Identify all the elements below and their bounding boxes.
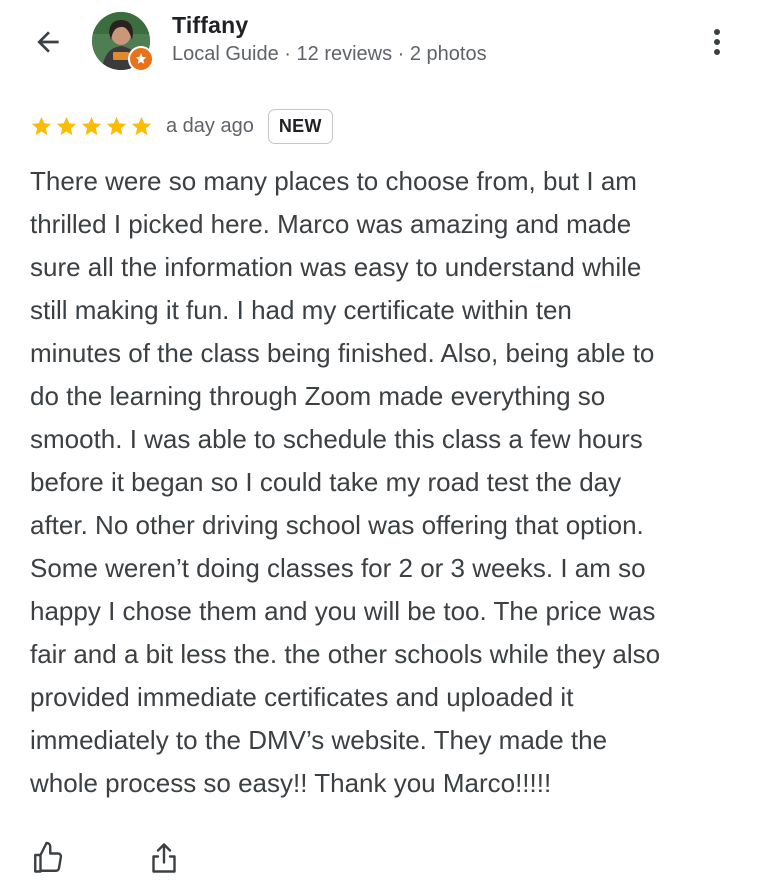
star-icon: [81, 116, 102, 135]
new-badge: NEW: [267, 108, 333, 144]
reviewer-name[interactable]: Tiffany: [172, 12, 248, 39]
share-icon: [152, 843, 176, 873]
more-options-button[interactable]: [700, 22, 734, 62]
review-text: There were so many places to choose from…: [30, 166, 661, 798]
like-button[interactable]: [30, 840, 66, 876]
rating-row: a day ago NEW: [30, 106, 333, 146]
arrow-left-icon: [37, 31, 59, 53]
thumbs-up-icon: [34, 841, 63, 873]
back-button[interactable]: [30, 24, 66, 60]
star-icon: [31, 116, 52, 135]
review-time: a day ago: [166, 114, 254, 137]
more-vert-icon: [714, 29, 720, 55]
share-button[interactable]: [146, 840, 182, 876]
reviewer-avatar-container[interactable]: [92, 12, 154, 72]
review-header: Tiffany Local Guide · 12 reviews · 2 pho…: [0, 0, 768, 90]
reviewer-meta[interactable]: Local Guide · 12 reviews · 2 photos: [172, 43, 487, 66]
star-icon: [106, 116, 127, 135]
star-rating: [30, 115, 153, 138]
star-icon: [131, 116, 152, 135]
local-guide-icon: [128, 46, 154, 72]
star-icon: [56, 116, 77, 135]
review-actions: [30, 840, 230, 880]
